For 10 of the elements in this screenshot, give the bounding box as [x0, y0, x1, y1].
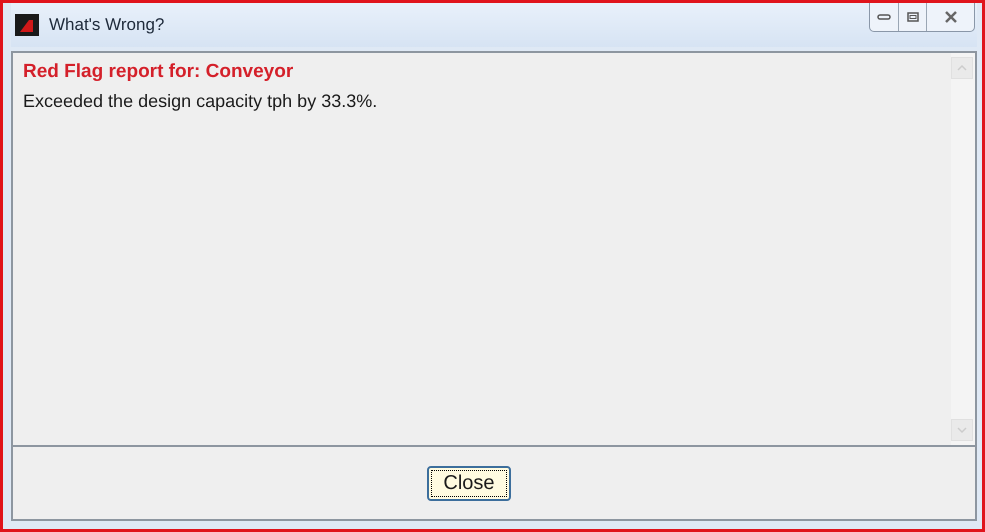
minimize-icon — [877, 14, 891, 20]
maximize-icon — [906, 12, 918, 22]
report-heading: Red Flag report for: Conveyor — [23, 61, 294, 83]
close-icon — [944, 11, 958, 23]
close-dialog-button[interactable]: Close — [427, 466, 511, 500]
chevron-up-icon — [957, 65, 967, 71]
window-title: What's Wrong? — [49, 15, 164, 35]
report-message: Exceeded the design capacity tph by 33.3%. — [23, 91, 378, 112]
app-icon — [15, 14, 39, 36]
chevron-down-icon — [957, 427, 967, 433]
